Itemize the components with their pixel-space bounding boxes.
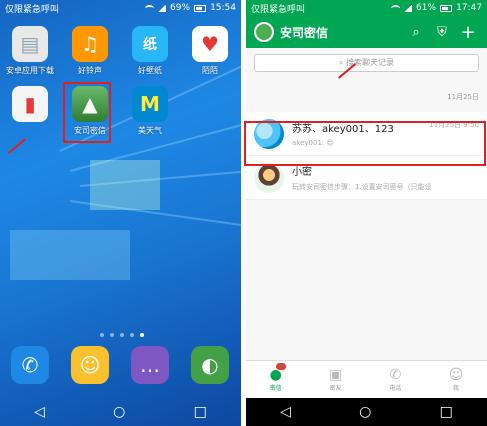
tab-label: 密信 xyxy=(269,385,282,392)
app-weather[interactable]: M 美天气 xyxy=(120,86,180,136)
weather-icon: M xyxy=(132,86,168,122)
status-bar: 仅限紧急呼叫 69% 15:54 xyxy=(0,0,241,16)
phone-icon: ✆ xyxy=(389,367,402,383)
app-label: 好铃声 xyxy=(78,66,102,75)
annotation-mark xyxy=(7,138,27,154)
search-icon[interactable]: ⌕ xyxy=(405,25,427,40)
date-hint: 11月25日 xyxy=(447,93,479,101)
app-label: 好壁纸 xyxy=(138,66,162,75)
status-bar: 仅限紧急呼叫 61% 17:47 xyxy=(246,0,487,16)
user-avatar xyxy=(254,162,284,193)
blur-region xyxy=(90,160,160,210)
add-icon[interactable]: + xyxy=(457,22,479,43)
page-dot xyxy=(110,333,114,337)
home-icon[interactable]: ○ xyxy=(359,404,371,420)
back-icon[interactable]: ◁ xyxy=(34,404,45,420)
unread-badge: 1 xyxy=(275,363,286,370)
battery-icon xyxy=(440,4,453,12)
bag-icon: ▤ xyxy=(12,26,48,62)
app-label: 安卓应用下载 xyxy=(6,66,54,75)
app-label: 陌陌 xyxy=(202,66,218,75)
wifi-icon xyxy=(391,4,401,12)
app-ringtone[interactable]: ♫ 好铃声 xyxy=(60,26,120,76)
carrier-text: 仅限紧急呼叫 xyxy=(5,4,60,15)
partial-icon: ▮ xyxy=(12,86,48,122)
tab-me[interactable]: ☺ 我 xyxy=(449,367,464,392)
person-icon: ☺ xyxy=(448,367,464,383)
wallpaper-icon: 纸 xyxy=(132,26,168,62)
signal-icon xyxy=(158,4,167,12)
tab-messages[interactable]: ● 1 密信 xyxy=(269,363,286,392)
shield-icon[interactable]: ⛨ xyxy=(431,25,453,40)
app-logo-icon xyxy=(254,22,274,42)
heart-icon: ♥ xyxy=(192,26,228,62)
app-grid: ▤ 安卓应用下载 ♫ 好铃声 纸 好壁纸 ♥ 陌陌 ▮ ▲ 安司密信 M 美天气 xyxy=(0,26,241,136)
tab-phone[interactable]: ✆ 电话 xyxy=(390,367,402,392)
message-icon[interactable]: … xyxy=(131,346,169,384)
search-icon: ⌕ xyxy=(338,58,344,67)
app-partial[interactable]: ▮ xyxy=(0,86,60,136)
app-title: 安司密信 xyxy=(280,25,329,40)
right-phone-chat-list: 仅限紧急呼叫 61% 17:47 安司密信 ⌕ ⛨ + ⌕ 搜索聊天记录 11月… xyxy=(246,0,487,426)
home-icon[interactable]: ○ xyxy=(113,404,125,420)
page-indicator xyxy=(100,333,144,337)
page-dot xyxy=(130,333,134,337)
tab-bar: ● 1 密信 ▣ 密友 ✆ 电话 ☺ 我 xyxy=(246,360,487,398)
app-wallpaper[interactable]: 纸 好壁纸 xyxy=(120,26,180,76)
blur-region xyxy=(10,230,130,280)
wifi-icon xyxy=(145,4,155,12)
chat-preview: 玩转安司密信步骤：1.设置安司密号（只能设 xyxy=(292,183,432,191)
highlight-box xyxy=(244,121,486,166)
left-phone-home-screen: 仅限紧急呼叫 69% 15:54 ▤ 安卓应用下载 ♫ 好铃声 纸 好壁纸 ♥ … xyxy=(0,0,241,426)
contact-card-icon: ▣ xyxy=(329,367,343,383)
nav-bar: ◁ ○ □ xyxy=(0,398,241,426)
tab-label: 我 xyxy=(453,385,460,392)
music-note-icon: ♫ xyxy=(72,26,108,62)
app-android-download[interactable]: ▤ 安卓应用下载 xyxy=(0,26,60,76)
recents-icon[interactable]: □ xyxy=(194,404,207,420)
clock: 15:54 xyxy=(210,3,236,13)
app-label: 美天气 xyxy=(138,126,162,135)
contacts-icon[interactable]: ☺ xyxy=(71,346,109,384)
signal-icon xyxy=(404,4,413,12)
page-dot xyxy=(100,333,104,337)
tab-label: 电话 xyxy=(389,385,402,392)
clock: 17:47 xyxy=(456,3,482,13)
tab-label: 密友 xyxy=(329,385,342,392)
phone-icon[interactable]: ✆ xyxy=(11,346,49,384)
page-dot xyxy=(120,333,124,337)
app-bar: 安司密信 ⌕ ⛨ + xyxy=(246,16,487,48)
battery-percent: 69% xyxy=(170,3,191,13)
back-icon[interactable]: ◁ xyxy=(280,404,291,420)
search-input[interactable]: ⌕ 搜索聊天记录 xyxy=(254,54,479,72)
browser-icon[interactable]: ◐ xyxy=(191,346,229,384)
tab-contacts[interactable]: ▣ 密友 xyxy=(329,367,342,392)
recents-icon[interactable]: □ xyxy=(440,404,453,420)
battery-icon xyxy=(194,4,207,12)
battery-percent: 61% xyxy=(416,3,437,13)
page-dot-active xyxy=(140,333,144,337)
app-momo[interactable]: ♥ 陌陌 xyxy=(180,26,240,76)
dock: ✆ ☺ … ◐ xyxy=(0,346,241,384)
highlight-box xyxy=(63,82,111,143)
carrier-text: 仅限紧急呼叫 xyxy=(251,4,306,15)
nav-bar: ◁ ○ □ xyxy=(246,398,487,426)
